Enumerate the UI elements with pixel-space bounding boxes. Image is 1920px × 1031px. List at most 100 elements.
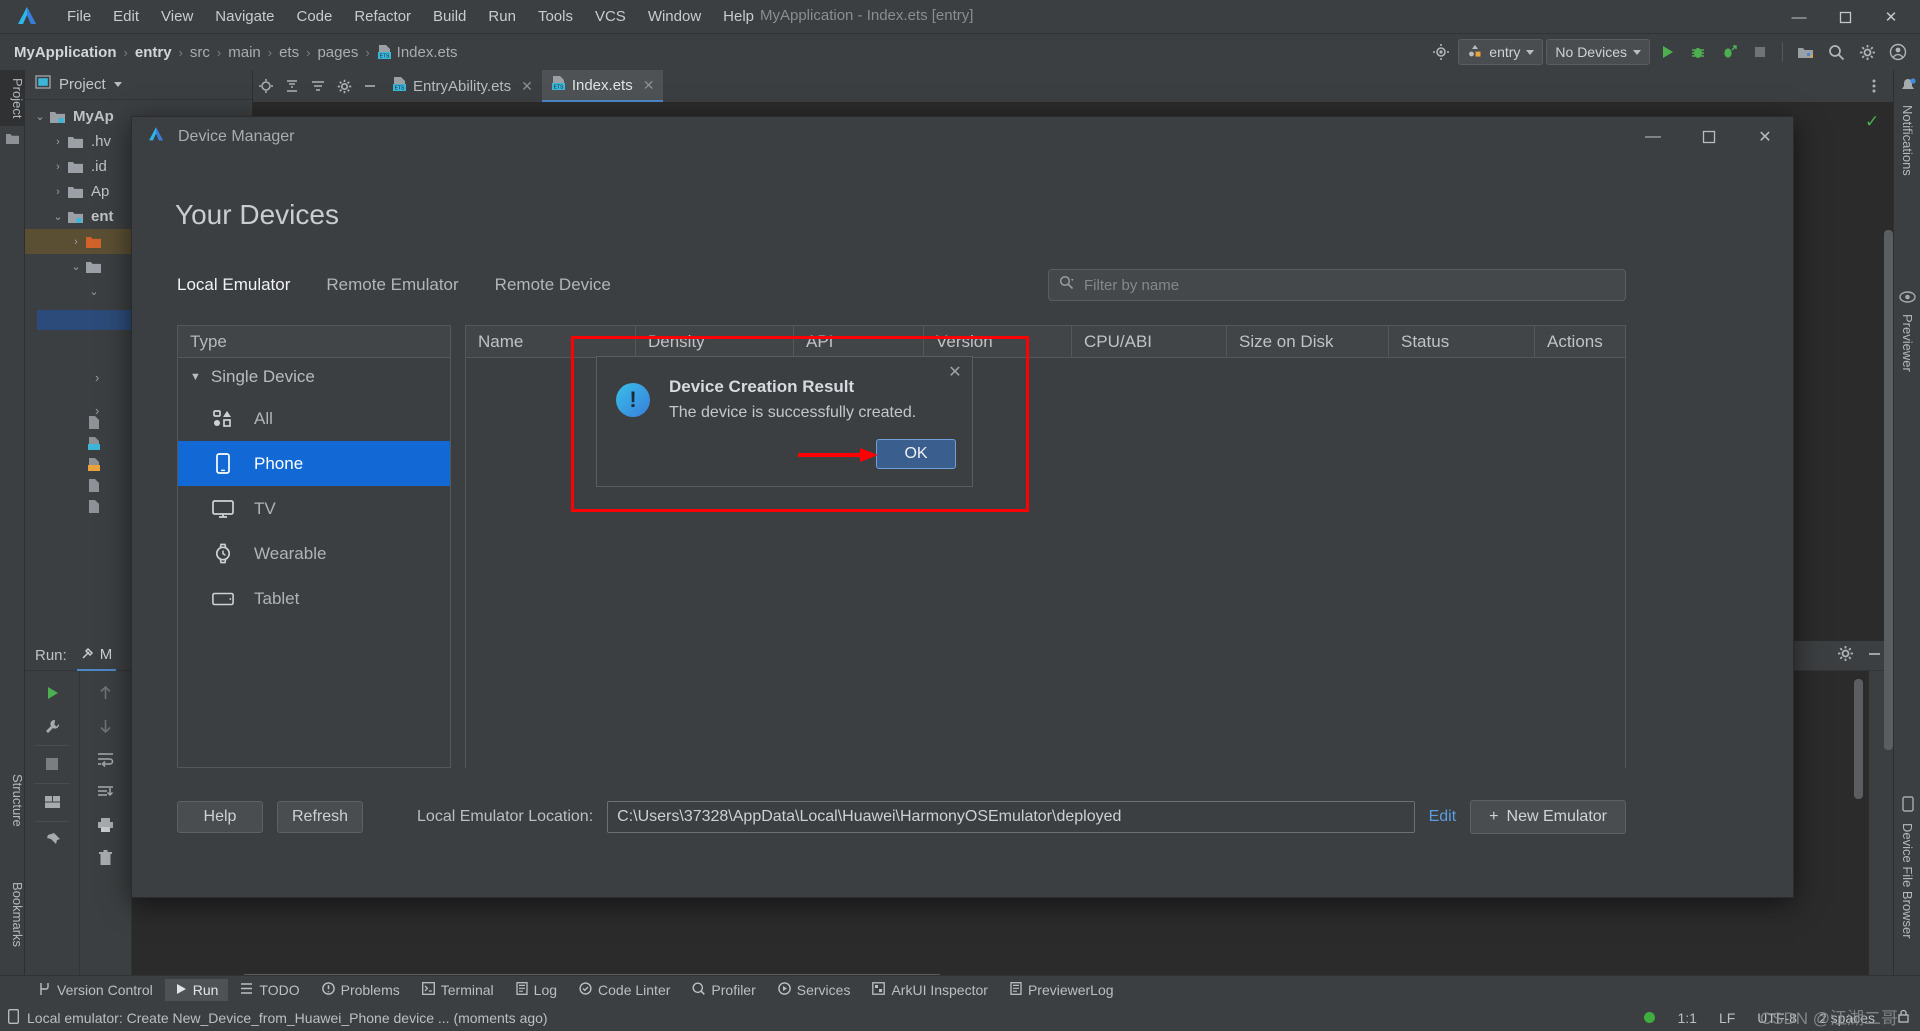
expand-all-icon[interactable]	[253, 73, 279, 99]
tab-remote-device[interactable]: Remote Device	[495, 275, 611, 295]
bottom-item-run[interactable]: Run	[164, 979, 229, 1001]
device-type-group-single-device[interactable]: ▼ Single Device	[178, 358, 450, 396]
device-type-tv[interactable]: TV	[178, 486, 450, 531]
trash-icon[interactable]	[80, 844, 131, 872]
dialog-ok-button[interactable]: OK	[876, 439, 956, 469]
pin-icon[interactable]	[25, 826, 79, 854]
bottom-item-log[interactable]: Log	[506, 979, 567, 1001]
chevron-right-icon[interactable]: ›	[49, 186, 67, 198]
menu-refactor[interactable]: Refactor	[343, 6, 422, 27]
attach-debugger-icon[interactable]	[1715, 38, 1743, 66]
minimize-icon[interactable]	[357, 73, 383, 99]
stop-icon[interactable]	[25, 750, 79, 778]
bottom-item-arkui-inspector[interactable]: ArkUI Inspector	[862, 979, 997, 1001]
bottom-item-terminal[interactable]: Terminal	[412, 979, 504, 1001]
device-selector[interactable]: No Devices	[1546, 39, 1650, 65]
run-icon[interactable]	[1653, 38, 1681, 66]
chevron-down-icon[interactable]	[113, 82, 122, 87]
breadcrumb-item-ets[interactable]: ets	[279, 44, 299, 61]
settings-gear-icon[interactable]	[1853, 38, 1881, 66]
print-icon[interactable]	[80, 811, 131, 839]
stripe-bookmarks[interactable]: Bookmarks	[0, 874, 25, 955]
bottom-item-problems[interactable]: Problems	[312, 979, 410, 1001]
stripe-structure[interactable]: Structure	[0, 766, 25, 835]
chevron-down-icon[interactable]: ⌄	[49, 210, 67, 223]
dm-maximize-button[interactable]	[1681, 117, 1737, 157]
device-type-tablet[interactable]: Tablet	[178, 576, 450, 621]
close-button[interactable]: ✕	[1868, 0, 1914, 34]
more-vertical-icon[interactable]	[1861, 73, 1887, 99]
tab-local-emulator[interactable]: Local Emulator	[177, 275, 290, 295]
bottom-item-services[interactable]: Services	[768, 979, 861, 1001]
gear-icon[interactable]	[1837, 645, 1854, 667]
rerun-icon[interactable]	[25, 679, 79, 707]
dialog-close-icon[interactable]: ✕	[944, 361, 966, 383]
refresh-button[interactable]: Refresh	[277, 801, 364, 833]
close-tab-icon[interactable]: ✕	[521, 78, 533, 95]
device-type-wearable[interactable]: Wearable	[178, 531, 450, 576]
chevron-down-icon[interactable]: ⌄	[31, 110, 49, 123]
menu-window[interactable]: Window	[637, 6, 712, 27]
chevron-right-icon[interactable]: ›	[49, 136, 67, 148]
bottom-item-version-control[interactable]: Version Control	[28, 979, 163, 1002]
menu-vcs[interactable]: VCS	[584, 6, 637, 27]
bottom-item-code-linter[interactable]: Code Linter	[569, 979, 680, 1001]
close-tab-icon[interactable]: ✕	[643, 77, 655, 94]
breadcrumb-item-main[interactable]: main	[228, 44, 261, 61]
editor-tab-index[interactable]: ETS Index.ets ✕	[541, 70, 664, 102]
menu-edit[interactable]: Edit	[102, 6, 150, 27]
device-file-browser-group[interactable]: Device File Browser	[1894, 796, 1920, 945]
edit-location-link[interactable]: Edit	[1429, 808, 1457, 826]
column-header-size-on-disk[interactable]: Size on Disk	[1227, 326, 1389, 357]
chevron-right-icon[interactable]: ›	[95, 370, 99, 403]
account-icon[interactable]	[1884, 38, 1912, 66]
layout-icon[interactable]	[25, 788, 79, 816]
debug-icon[interactable]	[1684, 38, 1712, 66]
menu-run[interactable]: Run	[477, 6, 527, 27]
breadcrumb-item-project[interactable]: MyApplication	[14, 44, 117, 61]
menu-file[interactable]: File	[56, 6, 102, 27]
chevron-right-icon[interactable]: ›	[49, 161, 67, 173]
stripe-notifications[interactable]: Notifications	[1894, 99, 1920, 182]
folder-icon[interactable]	[0, 132, 25, 148]
stripe-project[interactable]: Project	[0, 70, 25, 127]
breadcrumb-item-entry[interactable]: entry	[135, 44, 172, 61]
dm-close-button[interactable]: ✕	[1737, 117, 1793, 157]
target-icon[interactable]	[1427, 38, 1455, 66]
device-type-phone[interactable]: Phone	[178, 441, 450, 486]
line-separator[interactable]: LF	[1719, 1010, 1735, 1026]
console-vertical-scrollbar[interactable]	[1854, 679, 1863, 799]
down-arrow-icon[interactable]	[80, 712, 131, 740]
menu-help[interactable]: Help	[712, 6, 765, 27]
chevron-right-icon[interactable]: ›	[67, 236, 85, 248]
wrench-icon[interactable]	[25, 712, 79, 740]
breadcrumb-item-pages[interactable]: pages	[317, 44, 358, 61]
stop-icon[interactable]	[1746, 38, 1774, 66]
run-tab[interactable]: M	[76, 641, 117, 671]
column-header-status[interactable]: Status	[1389, 326, 1535, 357]
soft-wrap-icon[interactable]	[80, 745, 131, 773]
bottom-item-previewer-log[interactable]: PreviewerLog	[1000, 979, 1124, 1001]
dm-minimize-button[interactable]: —	[1625, 117, 1681, 157]
lock-icon[interactable]	[1897, 1009, 1910, 1026]
column-header-actions[interactable]: Actions	[1535, 326, 1625, 357]
menu-navigate[interactable]: Navigate	[204, 6, 285, 27]
column-header-cpu-abi[interactable]: CPU/ABI	[1072, 326, 1227, 357]
device-type-all[interactable]: All	[178, 396, 450, 441]
chevron-down-icon[interactable]: ▼	[190, 371, 201, 383]
chevron-down-icon[interactable]: ⌄	[67, 260, 85, 273]
scroll-to-end-icon[interactable]	[80, 778, 131, 806]
editor-tab-entryability[interactable]: ETS EntryAbility.ets ✕	[383, 70, 542, 102]
stripe-previewer[interactable]: Previewer	[1894, 308, 1920, 378]
minimize-button[interactable]: —	[1776, 0, 1822, 34]
project-structure-icon[interactable]	[1791, 38, 1819, 66]
caret-position[interactable]: 1:1	[1677, 1010, 1696, 1026]
breadcrumb-item-file[interactable]: ETS Index.ets	[377, 44, 458, 61]
gear-icon[interactable]	[331, 73, 357, 99]
new-emulator-button[interactable]: + New Emulator	[1470, 800, 1626, 834]
run-configuration-selector[interactable]: entry	[1458, 39, 1544, 65]
bottom-item-profiler[interactable]: Profiler	[682, 979, 765, 1001]
editor-scrollbar[interactable]	[1884, 230, 1893, 750]
sort-icon[interactable]	[305, 73, 331, 99]
menu-build[interactable]: Build	[422, 6, 477, 27]
